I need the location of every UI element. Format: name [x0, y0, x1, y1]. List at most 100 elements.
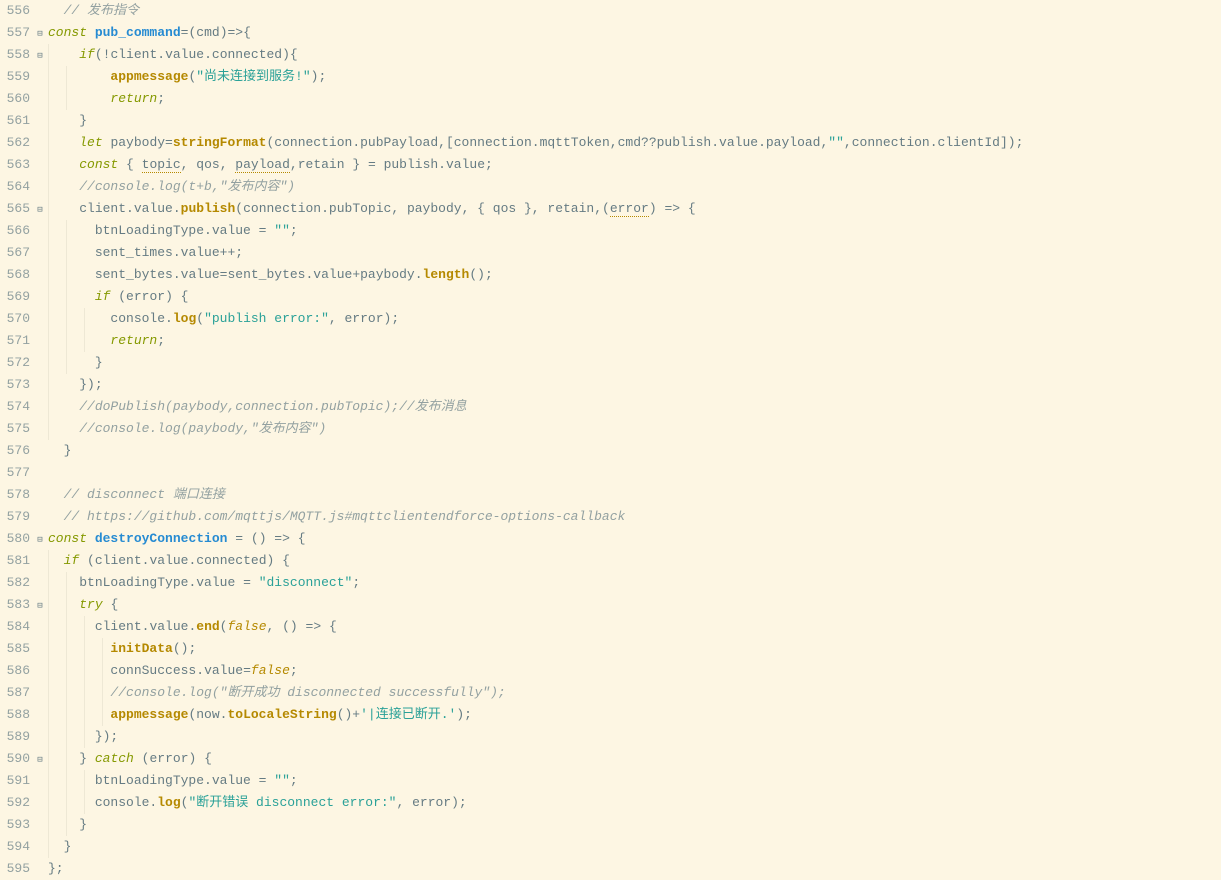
token-call: appmessage [110, 707, 188, 722]
code-line[interactable]: } catch (error) { [48, 748, 1221, 770]
code-line[interactable]: client.value.end(false, () => { [48, 616, 1221, 638]
line-number: 573 [0, 374, 30, 396]
code-line[interactable]: connSuccess.value=false; [48, 660, 1221, 682]
indent-guide [48, 374, 49, 396]
code-area[interactable]: // 发布指令const pub_command=(cmd)=>{ if(!cl… [46, 0, 1221, 880]
code-line[interactable]: }; [48, 858, 1221, 880]
indent-guide [48, 110, 49, 132]
token-punct: . [196, 663, 204, 678]
fold-toggle-icon[interactable]: ⊟ [35, 199, 45, 221]
code-line[interactable]: return; [48, 88, 1221, 110]
code-line[interactable]: if (error) { [48, 286, 1221, 308]
token-plain [48, 729, 95, 744]
indent-guide [84, 660, 85, 682]
code-line[interactable]: initData(); [48, 638, 1221, 660]
code-line[interactable]: // disconnect 端口连接 [48, 484, 1221, 506]
token-punct: ( [118, 289, 126, 304]
code-line[interactable]: sent_times.value++; [48, 242, 1221, 264]
code-line[interactable]: //console.log("断开成功 disconnected success… [48, 682, 1221, 704]
fold-toggle-icon[interactable]: ⊟ [35, 529, 45, 551]
token-plain [87, 25, 95, 40]
indent-guide [66, 594, 67, 616]
token-punct: . [173, 245, 181, 260]
fold-toggle-icon[interactable]: ⊟ [35, 595, 45, 617]
code-line[interactable]: appmessage(now.toLocaleString()+'|连接已断开.… [48, 704, 1221, 726]
code-line[interactable]: appmessage("尚未连接到服务!"); [48, 66, 1221, 88]
code-line[interactable]: // 发布指令 [48, 0, 1221, 22]
token-var: btnLoadingType [95, 773, 204, 788]
code-line[interactable]: //console.log(t+b,"发布内容") [48, 176, 1221, 198]
indent-guide [66, 352, 67, 374]
fold-toggle-icon[interactable]: ⊟ [35, 23, 45, 45]
token-string: "尚未连接到服务!" [196, 69, 310, 84]
code-line[interactable]: const { topic, qos, payload,retain } = p… [48, 154, 1221, 176]
indent-guide [48, 660, 49, 682]
token-punct: , [844, 135, 852, 150]
token-plain [243, 531, 251, 546]
code-line[interactable]: //console.log(paybody,"发布内容") [48, 418, 1221, 440]
code-line[interactable]: } [48, 110, 1221, 132]
code-line[interactable]: return; [48, 330, 1221, 352]
code-editor[interactable]: 5565575585595605615625635645655665675685… [0, 0, 1221, 880]
code-line[interactable]: console.log("publish error:", error); [48, 308, 1221, 330]
token-plain [48, 399, 79, 414]
token-string: "断开错误 disconnect error:" [188, 795, 396, 810]
token-plain [79, 553, 87, 568]
code-line[interactable]: const destroyConnection = () => { [48, 528, 1221, 550]
code-line[interactable]: if(!client.value.connected){ [48, 44, 1221, 66]
line-number: 588 [0, 704, 30, 726]
fold-gutter-cell [34, 550, 46, 572]
code-line[interactable]: } [48, 836, 1221, 858]
token-plain [251, 773, 259, 788]
token-punct: . [930, 135, 938, 150]
code-line[interactable]: client.value.publish(connection.pubTopic… [48, 198, 1221, 220]
indent-guide [48, 770, 49, 792]
code-line[interactable]: } [48, 440, 1221, 462]
code-line[interactable]: if (client.value.connected) { [48, 550, 1221, 572]
token-var: error [126, 289, 165, 304]
indent-guide [102, 638, 103, 660]
token-punct: { [298, 531, 306, 546]
indent-guide [48, 88, 49, 110]
code-line[interactable]: btnLoadingType.value = "disconnect"; [48, 572, 1221, 594]
line-number: 579 [0, 506, 30, 528]
token-prop: value [212, 773, 251, 788]
code-line[interactable] [48, 462, 1221, 484]
token-punct: . [173, 201, 181, 216]
indent-guide [48, 792, 49, 814]
code-line[interactable]: //doPublish(paybody,connection.pubTopic)… [48, 396, 1221, 418]
code-line[interactable]: }); [48, 374, 1221, 396]
fold-toggle-icon[interactable]: ⊟ [35, 749, 45, 771]
token-keyword: const [48, 25, 87, 40]
indent-guide [84, 726, 85, 748]
line-number: 581 [0, 550, 30, 572]
code-line[interactable]: const pub_command=(cmd)=>{ [48, 22, 1221, 44]
code-line[interactable]: }); [48, 726, 1221, 748]
code-line[interactable]: let paybody=stringFormat(connection.pubP… [48, 132, 1221, 154]
code-line[interactable]: try { [48, 594, 1221, 616]
line-number: 593 [0, 814, 30, 836]
code-line[interactable]: // https://github.com/mqttjs/MQTT.js#mqt… [48, 506, 1221, 528]
token-keyword: try [79, 597, 102, 612]
code-line[interactable]: console.log("断开错误 disconnect error:", er… [48, 792, 1221, 814]
indent-guide [48, 814, 49, 836]
token-call: toLocaleString [227, 707, 336, 722]
code-line[interactable]: btnLoadingType.value = ""; [48, 220, 1221, 242]
fold-gutter-cell [34, 352, 46, 374]
token-prop: value [446, 157, 485, 172]
code-line[interactable]: } [48, 352, 1221, 374]
code-line[interactable]: } [48, 814, 1221, 836]
fold-toggle-icon[interactable]: ⊟ [35, 45, 45, 67]
token-punct: } [79, 113, 87, 128]
line-number: 592 [0, 792, 30, 814]
indent-guide [48, 726, 49, 748]
line-number: 595 [0, 858, 30, 880]
indent-guide [66, 88, 67, 110]
code-line[interactable]: btnLoadingType.value = ""; [48, 770, 1221, 792]
line-number: 562 [0, 132, 30, 154]
code-line[interactable]: sent_bytes.value=sent_bytes.value+paybod… [48, 264, 1221, 286]
line-number: 564 [0, 176, 30, 198]
indent-guide [48, 418, 49, 440]
indent-guide [66, 242, 67, 264]
token-def: destroyConnection [95, 531, 228, 546]
